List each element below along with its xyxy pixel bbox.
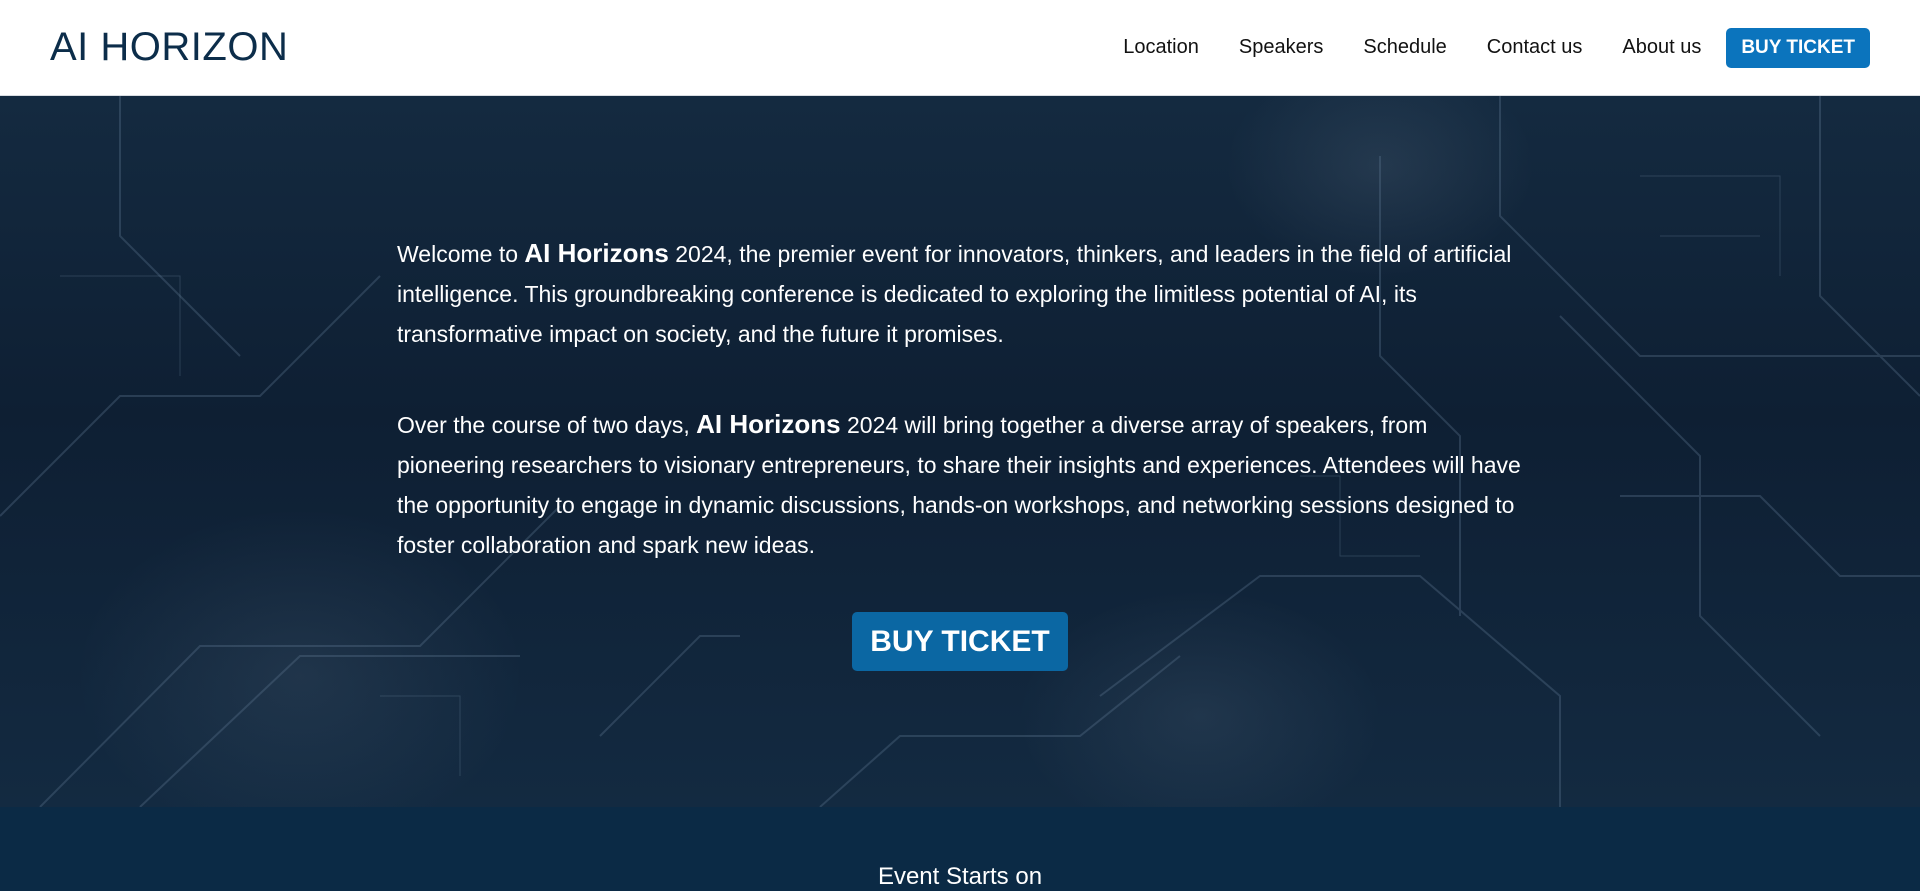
site-header: AI HORIZON Location Speakers Schedule Co…	[0, 0, 1920, 96]
event-name-highlight: AI Horizons	[524, 238, 669, 268]
hero-buy-ticket-button[interactable]: BUY TICKET	[852, 612, 1068, 671]
nav-link-location[interactable]: Location	[1123, 36, 1199, 59]
details-paragraph: Over the course of two days, AI Horizons…	[397, 404, 1527, 565]
event-start-heading: Event Starts on	[877, 863, 1043, 890]
nav-link-contact[interactable]: Contact us	[1487, 36, 1583, 59]
main-nav: Location Speakers Schedule Contact us Ab…	[1083, 27, 1870, 68]
details-text: Over the course of two days,	[397, 412, 697, 438]
nav-link-about[interactable]: About us	[1622, 36, 1701, 59]
event-name-highlight: AI Horizons	[696, 409, 841, 439]
site-logo[interactable]: AI HORIZON	[50, 25, 288, 70]
hero-text: Welcome to AI Horizons 2024, the premier…	[397, 233, 1527, 615]
header-buy-ticket-button[interactable]: BUY TICKET	[1726, 27, 1870, 68]
intro-paragraph: Welcome to AI Horizons 2024, the premier…	[397, 233, 1527, 354]
hero-section: Welcome to AI Horizons 2024, the premier…	[0, 96, 1920, 807]
nav-link-speakers[interactable]: Speakers	[1239, 36, 1324, 59]
nav-link-schedule[interactable]: Schedule	[1363, 36, 1446, 59]
intro-text: Welcome to	[397, 241, 525, 267]
event-start-section: Event Starts on	[0, 807, 1920, 890]
